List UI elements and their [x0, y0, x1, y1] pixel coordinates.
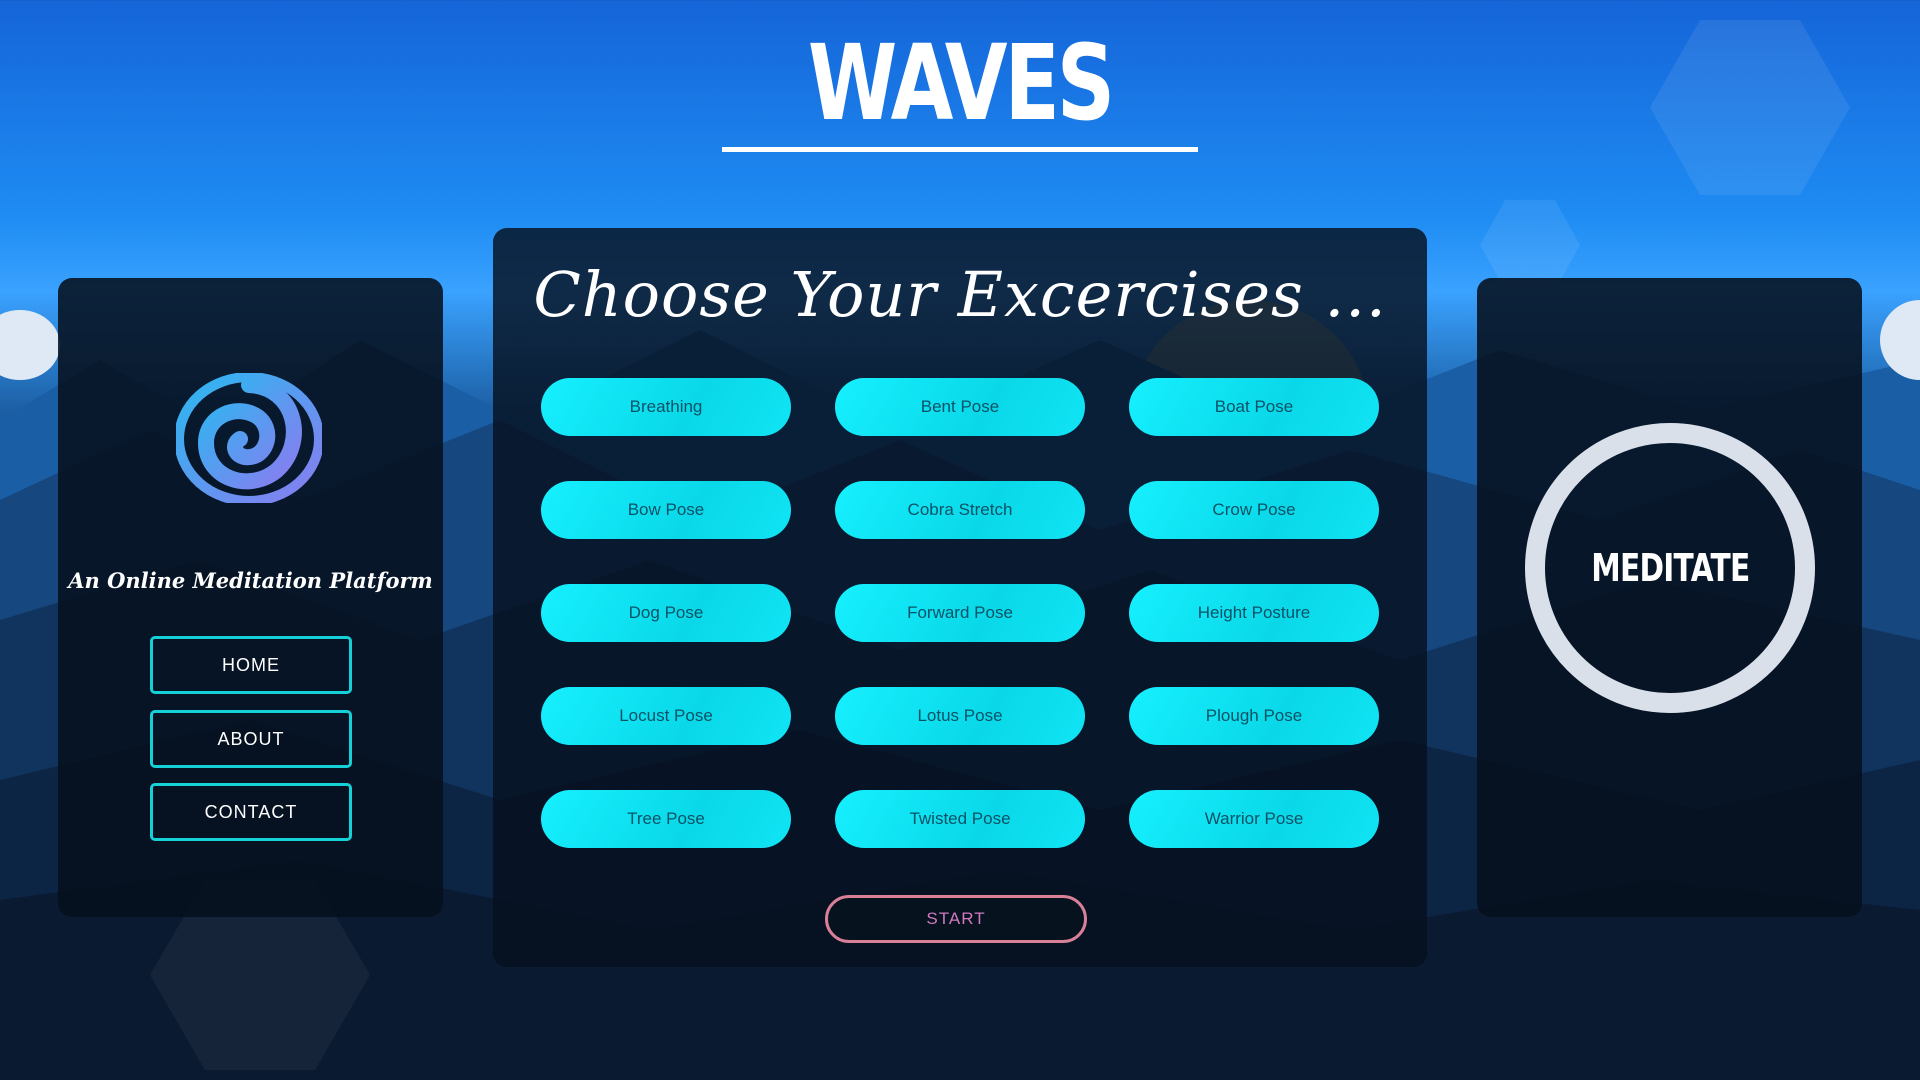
home-button[interactable]: HOME [150, 636, 352, 694]
left-nav-panel: An Online Meditation Platform HOME ABOUT… [58, 278, 443, 917]
site-title: WAVES [807, 22, 1115, 144]
start-button[interactable]: START [825, 895, 1087, 943]
exercise-heading: Choose Your Excercises ... [533, 258, 1387, 331]
wave-logo-icon [174, 372, 324, 506]
pose-button-locust[interactable]: Locust Pose [541, 687, 791, 745]
pose-button-boat[interactable]: Boat Pose [1129, 378, 1379, 436]
title-underline [722, 147, 1198, 152]
pose-button-twisted[interactable]: Twisted Pose [835, 790, 1085, 848]
pose-button-tree[interactable]: Tree Pose [541, 790, 791, 848]
pose-button-lotus[interactable]: Lotus Pose [835, 687, 1085, 745]
pose-button-breathing[interactable]: Breathing [541, 378, 791, 436]
pose-button-bent[interactable]: Bent Pose [835, 378, 1085, 436]
meditate-button[interactable]: MEDITATE [1525, 423, 1815, 713]
pose-button-cobra[interactable]: Cobra Stretch [835, 481, 1085, 539]
tagline: An Online Meditation Platform [68, 568, 433, 593]
contact-button[interactable]: CONTACT [150, 783, 352, 841]
about-button[interactable]: ABOUT [150, 710, 352, 768]
pose-button-crow[interactable]: Crow Pose [1129, 481, 1379, 539]
pose-button-plough[interactable]: Plough Pose [1129, 687, 1379, 745]
meditate-label: MEDITATE [1590, 546, 1750, 590]
pose-button-warrior[interactable]: Warrior Pose [1129, 790, 1379, 848]
pose-button-bow[interactable]: Bow Pose [541, 481, 791, 539]
pose-button-forward[interactable]: Forward Pose [835, 584, 1085, 642]
pose-button-dog[interactable]: Dog Pose [541, 584, 791, 642]
meditate-panel: MEDITATE [1477, 278, 1862, 917]
exercise-panel: Choose Your Excercises ... Breathing Ben… [493, 228, 1427, 967]
pose-button-height[interactable]: Height Posture [1129, 584, 1379, 642]
